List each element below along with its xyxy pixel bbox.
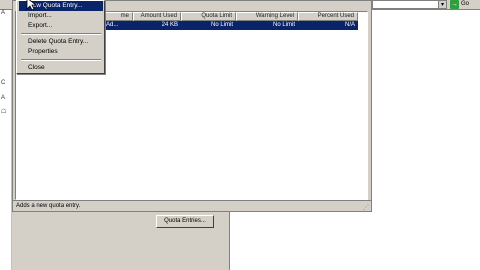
menu-item-properties[interactable]: Properties (19, 47, 103, 57)
status-bar: Adds a new quota entry. ⋰ (13, 200, 371, 211)
background-right-pane (230, 212, 480, 270)
column-header-amount-used[interactable]: Amount Used (133, 12, 181, 21)
column-header-percent-used[interactable]: Percent Used (298, 12, 358, 21)
partial-text-c: C (1, 80, 6, 86)
column-header-warning-level[interactable]: Warning Level (236, 12, 298, 21)
menu-item-import[interactable]: Import... (19, 11, 103, 21)
cell-name: Ad... (106, 22, 119, 28)
column-header-name[interactable]: me (105, 12, 133, 21)
go-button-label[interactable]: Go (461, 0, 469, 9)
cell-warning-level: No Limit (272, 22, 295, 28)
quota-entries-button[interactable]: Quota Entries... (156, 215, 214, 228)
partial-text-a: A (1, 10, 6, 16)
background-left-pane: A C A ☖ (0, 10, 12, 270)
mouse-cursor-icon (26, 0, 38, 11)
address-field[interactable] (372, 0, 440, 9)
column-header-quota-limit[interactable]: Quota Limit (181, 12, 236, 21)
menu-item-delete-quota-entry[interactable]: Delete Quota Entry... (19, 37, 103, 47)
cell-amount-used: 24 KB (161, 22, 178, 28)
menu-item-close[interactable]: Close (19, 63, 103, 73)
menu-separator (21, 33, 101, 35)
address-dropdown-button[interactable]: ▾ (438, 0, 447, 9)
menu-separator (21, 59, 101, 61)
status-text: Adds a new quota entry. (16, 203, 81, 209)
partial-text-a2: A (1, 95, 6, 101)
quota-menu: New Quota Entry... Import... Export... D… (16, 0, 105, 74)
cell-percent-used: N/A (344, 22, 355, 28)
resize-grip-icon[interactable]: ⋰ (363, 203, 369, 213)
cell-quota-limit: No Limit (210, 22, 233, 28)
menu-item-export[interactable]: Export... (19, 21, 103, 31)
partial-drive-icon: ☖ (1, 109, 7, 115)
go-arrow-icon[interactable]: → (450, 0, 459, 9)
